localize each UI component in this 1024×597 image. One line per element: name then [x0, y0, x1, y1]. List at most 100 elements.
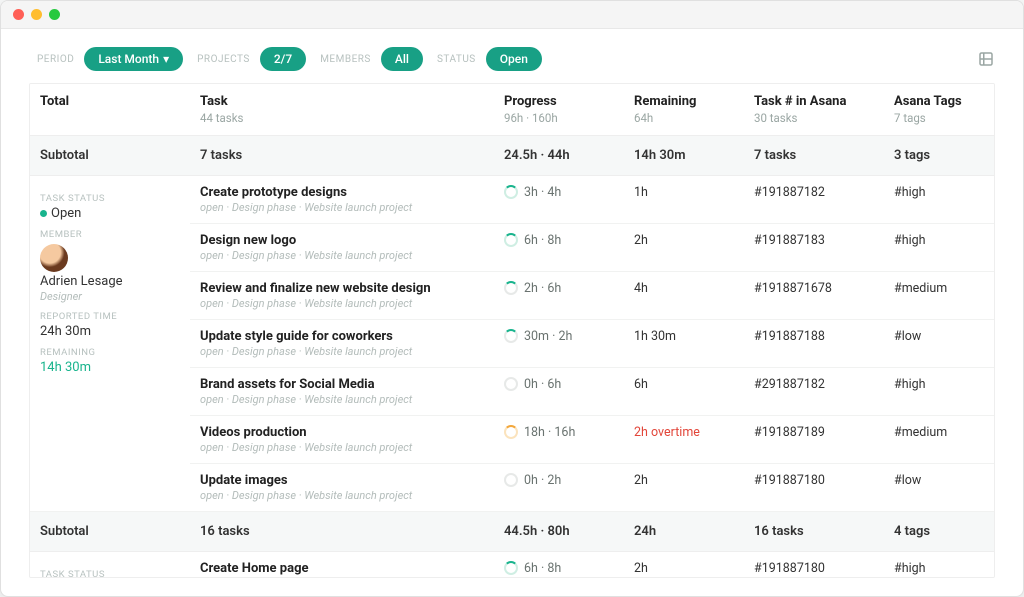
- remaining-label: REMAINING: [40, 347, 180, 358]
- remaining-cell: 1h 30m: [624, 320, 744, 368]
- tag-cell[interactable]: #high: [884, 176, 994, 224]
- window-zoom-icon[interactable]: [49, 9, 60, 20]
- remaining-cell: 2h: [624, 464, 744, 512]
- progress-cell: 6h · 8h: [494, 224, 624, 272]
- progress-spinner-icon: [504, 377, 518, 391]
- tag-cell[interactable]: #high: [884, 552, 994, 579]
- col-remaining-sub: 64h: [624, 111, 744, 136]
- group-summary: TASK STATUSOpenMEMBERAdrien LesageDesign…: [30, 176, 190, 512]
- task-number[interactable]: #191887189: [744, 416, 884, 464]
- task-number[interactable]: #191887180: [744, 464, 884, 512]
- remaining-text: 1h: [634, 185, 648, 200]
- page: PERIOD Last Month ▾ PROJECTS 2/7 MEMBERS…: [1, 29, 1023, 596]
- task-number[interactable]: #191887188: [744, 320, 884, 368]
- task-number[interactable]: #191887180: [744, 552, 884, 579]
- remaining-text: 2h: [634, 233, 648, 248]
- progress-text: 0h · 6h: [524, 377, 561, 392]
- avatar[interactable]: [40, 244, 68, 272]
- table-row[interactable]: TASK STATUSOpenMEMBERCreate Home pageope…: [30, 552, 994, 579]
- task-title: Review and finalize new website design: [200, 281, 484, 296]
- subtotal-tags: 4 tags: [884, 512, 994, 552]
- progress-spinner-icon: [504, 473, 518, 487]
- remaining-text: 2h: [634, 561, 648, 576]
- col-progress-sub: 96h · 160h: [494, 111, 624, 136]
- status-pill[interactable]: Open: [486, 47, 542, 71]
- tag-cell[interactable]: #medium: [884, 272, 994, 320]
- progress-text: 6h · 8h: [524, 233, 561, 248]
- subtotal-taskno: 7 tasks: [744, 136, 884, 176]
- members-pill[interactable]: All: [381, 47, 423, 71]
- task-status-label: TASK STATUS: [40, 569, 180, 578]
- settings-icon[interactable]: [977, 50, 995, 68]
- task-title: Brand assets for Social Media: [200, 377, 484, 392]
- task-cell: Design new logoopen · Design phase · Web…: [190, 224, 494, 272]
- progress-cell: 0h · 6h: [494, 368, 624, 416]
- col-task-sub: 44 tasks: [190, 111, 494, 136]
- task-number[interactable]: #191887182: [744, 176, 884, 224]
- filter-bar: PERIOD Last Month ▾ PROJECTS 2/7 MEMBERS…: [1, 29, 1023, 83]
- task-number[interactable]: #191887183: [744, 224, 884, 272]
- task-title: Create prototype designs: [200, 185, 484, 200]
- status-dot-icon: [40, 210, 47, 217]
- remaining-cell: 2h overtime: [624, 416, 744, 464]
- progress-text: 0h · 2h: [524, 473, 561, 488]
- period-pill[interactable]: Last Month ▾: [84, 47, 183, 71]
- task-cell: Create prototype designsopen · Design ph…: [190, 176, 494, 224]
- window-minimize-icon[interactable]: [31, 9, 42, 20]
- projects-label: PROJECTS: [189, 54, 254, 65]
- subtotal-row: Subtotal16 tasks44.5h · 80h24h16 tasks4 …: [30, 512, 994, 552]
- progress-text: 3h · 4h: [524, 185, 561, 200]
- subtotal-progress: 44.5h · 80h: [494, 512, 624, 552]
- remaining-cell: 1h: [624, 176, 744, 224]
- progress-cell: 2h · 6h: [494, 272, 624, 320]
- tag-cell[interactable]: #high: [884, 224, 994, 272]
- tag-cell[interactable]: #medium: [884, 416, 994, 464]
- remaining-text: 1h 30m: [634, 329, 676, 344]
- window-close-icon[interactable]: [13, 9, 24, 20]
- col-progress: Progress: [494, 84, 624, 111]
- col-total: Total: [30, 84, 190, 111]
- members-label: MEMBERS: [312, 54, 375, 65]
- task-subtitle: open · Design phase · Website launch pro…: [200, 489, 484, 502]
- progress-text: 18h · 16h: [524, 425, 575, 440]
- task-subtitle: open · Design phase · Website launch pro…: [200, 345, 484, 358]
- task-subtitle: open · Design phase · Website launch pro…: [200, 201, 484, 214]
- remaining-text: 4h: [634, 281, 648, 296]
- progress-spinner-icon: [504, 281, 518, 295]
- subtotal-progress: 24.5h · 44h: [494, 136, 624, 176]
- task-cell: Create Home pageopen · Building phase · …: [190, 552, 494, 579]
- task-cell: Update style guide for coworkersopen · D…: [190, 320, 494, 368]
- task-subtitle: open · Design phase · Website launch pro…: [200, 249, 484, 262]
- progress-text: 6h · 8h: [524, 561, 561, 576]
- app-window: PERIOD Last Month ▾ PROJECTS 2/7 MEMBERS…: [0, 0, 1024, 597]
- remaining-cell: 6h: [624, 368, 744, 416]
- remaining-text: 2h overtime: [634, 425, 700, 440]
- task-cell: Review and finalize new website designop…: [190, 272, 494, 320]
- titlebar: [1, 1, 1023, 29]
- tag-cell[interactable]: #low: [884, 464, 994, 512]
- report-scroll[interactable]: Total Task Progress Remaining Task # in …: [29, 83, 995, 578]
- progress-cell: 6h · 8h: [494, 552, 624, 579]
- tag-cell[interactable]: #low: [884, 320, 994, 368]
- task-cell: Update imagesopen · Design phase · Websi…: [190, 464, 494, 512]
- remaining-cell: 2h: [624, 552, 744, 579]
- remaining-text: 2h: [634, 473, 648, 488]
- progress-cell: 3h · 4h: [494, 176, 624, 224]
- reported-label: REPORTED TIME: [40, 311, 180, 322]
- tag-cell[interactable]: #high: [884, 368, 994, 416]
- table-row[interactable]: TASK STATUSOpenMEMBERAdrien LesageDesign…: [30, 176, 994, 224]
- subtotal-label: Subtotal: [30, 512, 190, 552]
- task-number[interactable]: #1918871678: [744, 272, 884, 320]
- status-label: STATUS: [429, 54, 480, 65]
- task-number[interactable]: #291887182: [744, 368, 884, 416]
- progress-spinner-icon: [504, 425, 518, 439]
- subtotal-label: Subtotal: [30, 136, 190, 176]
- period-value: Last Month: [98, 52, 159, 66]
- projects-pill[interactable]: 2/7: [260, 47, 306, 71]
- progress-spinner-icon: [504, 233, 518, 247]
- col-tags-sub: 7 tags: [884, 111, 994, 136]
- col-tags: Asana Tags: [884, 84, 994, 111]
- task-cell: Videos productionopen · Design phase · W…: [190, 416, 494, 464]
- col-total-sub: [30, 111, 190, 136]
- subtotal-tags: 3 tags: [884, 136, 994, 176]
